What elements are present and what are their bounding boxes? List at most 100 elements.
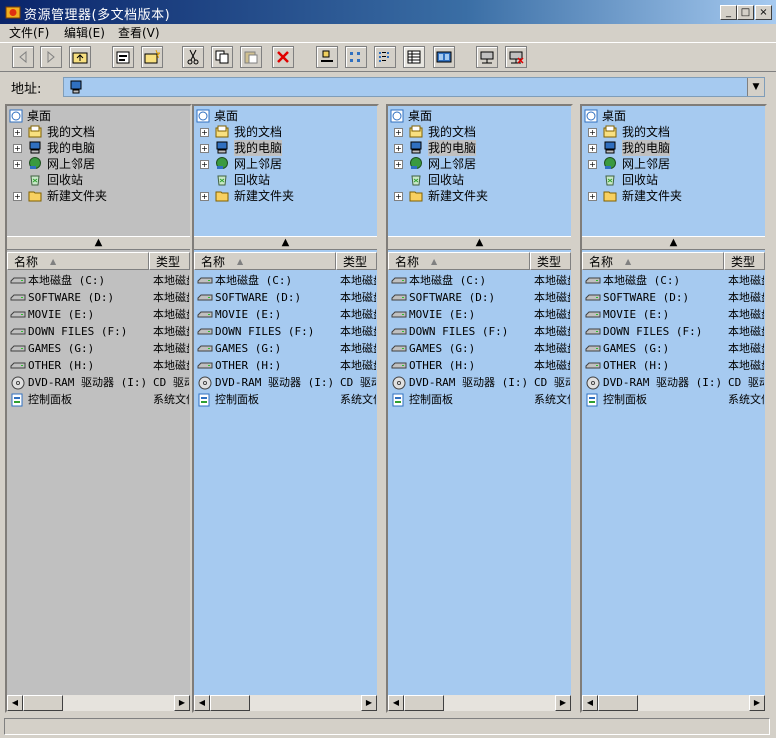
list-item[interactable]: GAMES (G:) 本地磁盘: [582, 340, 765, 357]
tree-item-my-documents[interactable]: + 我的文档: [582, 124, 762, 140]
tree-item-my-computer[interactable]: + 我的电脑: [582, 140, 762, 156]
scroll-right-button[interactable]: ▶: [749, 695, 765, 711]
horizontal-scrollbar[interactable]: ◀ ▶: [388, 695, 571, 711]
column-header-type[interactable]: 类型: [724, 252, 765, 270]
minimize-button[interactable]: _: [720, 5, 737, 20]
expand-icon[interactable]: +: [588, 128, 597, 137]
list-item[interactable]: GAMES (G:) 本地磁盘: [388, 340, 571, 357]
column-header-type[interactable]: 类型: [336, 252, 377, 270]
address-dropdown-button[interactable]: ▼: [747, 78, 764, 96]
list-item[interactable]: 本地磁盘 (C:) 本地磁盘: [582, 272, 765, 289]
list-item[interactable]: MOVIE (E:) 本地磁盘: [7, 306, 190, 323]
expand-icon[interactable]: +: [588, 192, 597, 201]
tree-item-recycle-bin[interactable]: 回收站: [582, 172, 762, 188]
disconnect-drive-button[interactable]: [505, 46, 527, 68]
folder-tree[interactable]: 桌面 + 我的文档 + 我的电脑 + 网上邻居 回收站 + 新建文件夹: [7, 106, 190, 234]
expand-icon[interactable]: +: [13, 144, 22, 153]
expand-icon[interactable]: +: [200, 192, 209, 201]
address-combo[interactable]: ▼: [63, 77, 765, 97]
tree-item-network-places[interactable]: + 网上邻居: [194, 156, 374, 172]
expand-icon[interactable]: +: [13, 192, 22, 201]
menu-edit[interactable]: 编辑(E): [64, 24, 105, 42]
tree-item-my-computer[interactable]: + 我的电脑: [7, 140, 187, 156]
folder-tree[interactable]: 桌面 + 我的文档 + 我的电脑 + 网上邻居 回收站 + 新建文件夹: [582, 106, 765, 234]
tree-item-my-documents[interactable]: + 我的文档: [194, 124, 374, 140]
expand-icon[interactable]: +: [394, 160, 403, 169]
list-item[interactable]: DVD-RAM 驱动器 (I:) CD 驱动器: [194, 374, 377, 391]
tree-item-recycle-bin[interactable]: 回收站: [7, 172, 187, 188]
scroll-right-button[interactable]: ▶: [174, 695, 190, 711]
list-item[interactable]: DVD-RAM 驱动器 (I:) CD 驱动器: [388, 374, 571, 391]
tree-item-network-places[interactable]: + 网上邻居: [7, 156, 187, 172]
menu-file[interactable]: 文件(F): [9, 24, 49, 42]
list-item[interactable]: MOVIE (E:) 本地磁盘: [194, 306, 377, 323]
scroll-left-button[interactable]: ◀: [194, 695, 210, 711]
list-item[interactable]: GAMES (G:) 本地磁盘: [7, 340, 190, 357]
column-header-type[interactable]: 类型: [149, 252, 190, 270]
list-item[interactable]: SOFTWARE (D:) 本地磁盘: [582, 289, 765, 306]
column-header-name[interactable]: 名称 ▲: [582, 252, 724, 270]
scroll-right-button[interactable]: ▶: [555, 695, 571, 711]
horizontal-scrollbar[interactable]: ◀ ▶: [194, 695, 377, 711]
copy-button[interactable]: [211, 46, 233, 68]
list-item[interactable]: GAMES (G:) 本地磁盘: [194, 340, 377, 357]
tree-item-my-computer[interactable]: + 我的电脑: [388, 140, 568, 156]
list-item[interactable]: DVD-RAM 驱动器 (I:) CD 驱动器: [7, 374, 190, 391]
scroll-right-button[interactable]: ▶: [361, 695, 377, 711]
scroll-thumb[interactable]: [404, 695, 444, 711]
forward-button[interactable]: [40, 46, 62, 68]
back-button[interactable]: [12, 46, 34, 68]
list-item[interactable]: 本地磁盘 (C:) 本地磁盘: [194, 272, 377, 289]
scroll-left-button[interactable]: ◀: [582, 695, 598, 711]
list-item[interactable]: OTHER (H:) 本地磁盘: [582, 357, 765, 374]
expand-icon[interactable]: +: [394, 144, 403, 153]
list-item[interactable]: 控制面板 系统文件夹: [582, 391, 765, 408]
pane-splitter[interactable]: ▲: [582, 236, 765, 250]
tree-item-new-folder[interactable]: + 新建文件夹: [7, 188, 187, 204]
scroll-thumb[interactable]: [23, 695, 63, 711]
expand-icon[interactable]: +: [588, 160, 597, 169]
column-header-type[interactable]: 类型: [530, 252, 571, 270]
delete-button[interactable]: [272, 46, 294, 68]
list-item[interactable]: OTHER (H:) 本地磁盘: [388, 357, 571, 374]
list-item[interactable]: 本地磁盘 (C:) 本地磁盘: [388, 272, 571, 289]
tree-item-new-folder[interactable]: + 新建文件夹: [582, 188, 762, 204]
thumbnails-button[interactable]: [433, 46, 455, 68]
up-folder-button[interactable]: [69, 46, 91, 68]
tree-item-new-folder[interactable]: + 新建文件夹: [388, 188, 568, 204]
expand-icon[interactable]: +: [394, 192, 403, 201]
list-item[interactable]: SOFTWARE (D:) 本地磁盘: [7, 289, 190, 306]
list-item[interactable]: MOVIE (E:) 本地磁盘: [388, 306, 571, 323]
expand-icon[interactable]: +: [200, 160, 209, 169]
expand-icon[interactable]: +: [13, 160, 22, 169]
list-item[interactable]: 控制面板 系统文件夹: [194, 391, 377, 408]
pane-splitter[interactable]: ▲: [7, 236, 190, 250]
list-item[interactable]: DOWN FILES (F:) 本地磁盘: [7, 323, 190, 340]
column-header-name[interactable]: 名称 ▲: [194, 252, 336, 270]
expand-icon[interactable]: +: [13, 128, 22, 137]
expand-icon[interactable]: +: [394, 128, 403, 137]
list-item[interactable]: OTHER (H:) 本地磁盘: [7, 357, 190, 374]
new-folder-button[interactable]: [141, 46, 163, 68]
map-drive-button[interactable]: [476, 46, 498, 68]
scroll-left-button[interactable]: ◀: [7, 695, 23, 711]
tree-item-my-documents[interactable]: + 我的文档: [7, 124, 187, 140]
column-header-name[interactable]: 名称 ▲: [7, 252, 149, 270]
list-item[interactable]: SOFTWARE (D:) 本地磁盘: [388, 289, 571, 306]
tree-item-recycle-bin[interactable]: 回收站: [388, 172, 568, 188]
scroll-thumb[interactable]: [598, 695, 638, 711]
list-item[interactable]: DOWN FILES (F:) 本地磁盘: [582, 323, 765, 340]
properties-button[interactable]: [112, 46, 134, 68]
column-header-name[interactable]: 名称 ▲: [388, 252, 530, 270]
expand-icon[interactable]: +: [200, 144, 209, 153]
horizontal-scrollbar[interactable]: ◀ ▶: [582, 695, 765, 711]
tree-item-new-folder[interactable]: + 新建文件夹: [194, 188, 374, 204]
details-view-button[interactable]: [403, 46, 425, 68]
maximize-button[interactable]: □: [737, 5, 754, 20]
horizontal-scrollbar[interactable]: ◀ ▶: [7, 695, 190, 711]
folder-tree[interactable]: 桌面 + 我的文档 + 我的电脑 + 网上邻居 回收站 + 新建文件夹: [194, 106, 377, 234]
list-item[interactable]: 本地磁盘 (C:) 本地磁盘: [7, 272, 190, 289]
list-item[interactable]: DOWN FILES (F:) 本地磁盘: [194, 323, 377, 340]
list-item[interactable]: DOWN FILES (F:) 本地磁盘: [388, 323, 571, 340]
paste-button[interactable]: [240, 46, 262, 68]
